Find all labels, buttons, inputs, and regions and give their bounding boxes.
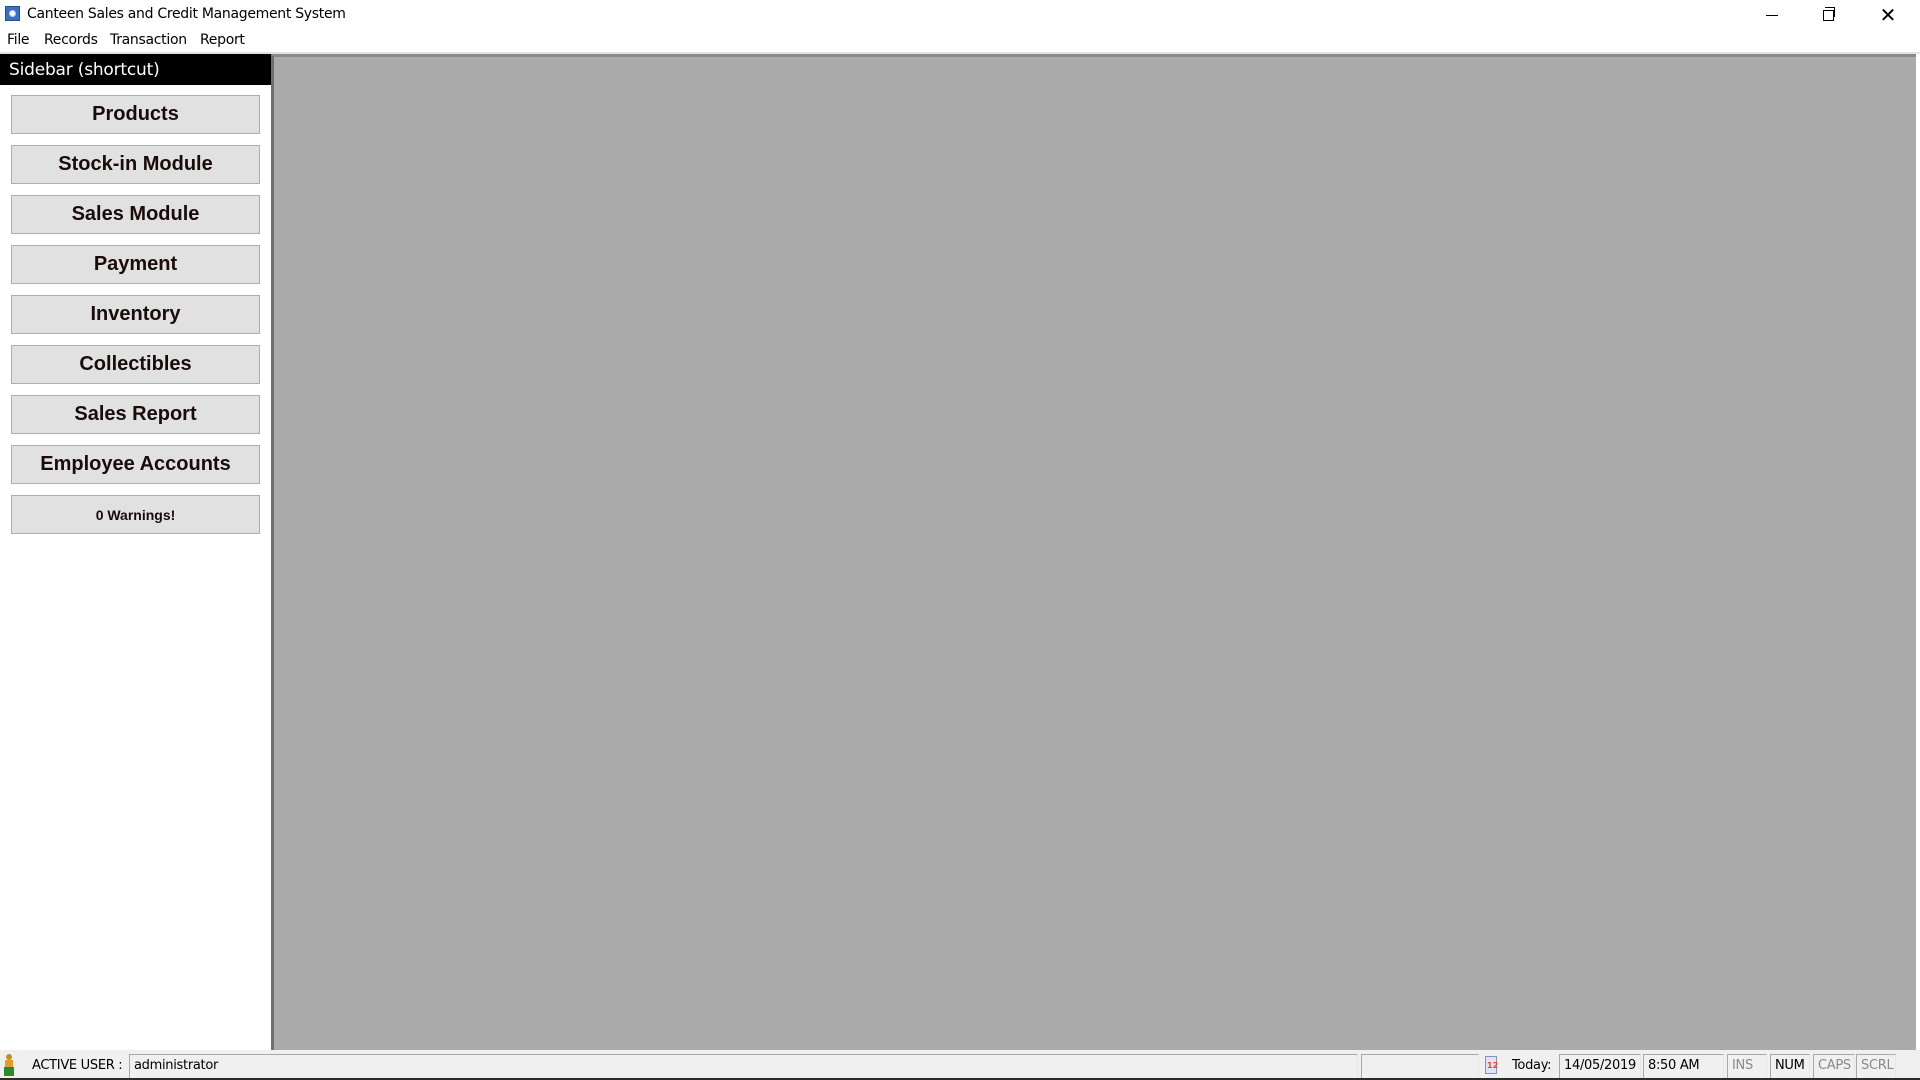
menu-report[interactable]: Report bbox=[198, 32, 247, 48]
ins-indicator: INS bbox=[1727, 1054, 1767, 1078]
active-user-value: administrator bbox=[129, 1054, 1358, 1078]
mdi-workspace bbox=[271, 54, 1916, 1050]
sidebar-header: Sidebar (shortcut) bbox=[0, 54, 271, 85]
menu-records[interactable]: Records bbox=[42, 32, 100, 48]
title-bar: Canteen Sales and Credit Management Syst… bbox=[0, 0, 1920, 30]
employee-accounts-button[interactable]: Employee Accounts bbox=[11, 445, 260, 484]
status-panel-empty bbox=[1361, 1054, 1479, 1078]
products-button[interactable]: Products bbox=[11, 95, 260, 134]
active-user-label: ACTIVE USER : bbox=[32, 1058, 123, 1073]
sidebar: Sidebar (shortcut) Products Stock-in Mod… bbox=[0, 54, 271, 1050]
sales-report-button[interactable]: Sales Report bbox=[11, 395, 260, 434]
minimize-icon bbox=[1766, 14, 1778, 16]
restore-button[interactable] bbox=[1800, 0, 1856, 30]
window-title: Canteen Sales and Credit Management Syst… bbox=[27, 6, 346, 22]
sales-module-button[interactable]: Sales Module bbox=[11, 195, 260, 234]
date-panel: 14/05/2019 bbox=[1559, 1054, 1641, 1078]
user-icon bbox=[4, 1054, 14, 1076]
app-icon bbox=[5, 6, 20, 21]
inventory-button[interactable]: Inventory bbox=[11, 295, 260, 334]
calendar-icon bbox=[1485, 1056, 1498, 1074]
time-panel: 8:50 AM bbox=[1643, 1054, 1724, 1078]
menu-transaction[interactable]: Transaction bbox=[108, 32, 189, 48]
stock-in-module-button[interactable]: Stock-in Module bbox=[11, 145, 260, 184]
num-indicator: NUM bbox=[1770, 1054, 1810, 1078]
today-label: Today: bbox=[1512, 1058, 1552, 1073]
payment-button[interactable]: Payment bbox=[11, 245, 260, 284]
close-button[interactable]: ✕ bbox=[1860, 0, 1916, 30]
status-bar: ACTIVE USER : administrator Today: 14/05… bbox=[0, 1050, 1920, 1078]
caps-indicator: CAPS bbox=[1813, 1054, 1855, 1078]
menu-bar: File Records Transaction Report bbox=[0, 30, 1920, 52]
menu-file[interactable]: File bbox=[5, 32, 31, 48]
close-icon: ✕ bbox=[1879, 3, 1897, 27]
scrl-indicator: SCRL bbox=[1856, 1054, 1896, 1078]
warnings-button[interactable]: 0 Warnings! bbox=[11, 495, 260, 534]
minimize-button[interactable] bbox=[1744, 0, 1800, 30]
restore-icon bbox=[1822, 6, 1835, 21]
collectibles-button[interactable]: Collectibles bbox=[11, 345, 260, 384]
